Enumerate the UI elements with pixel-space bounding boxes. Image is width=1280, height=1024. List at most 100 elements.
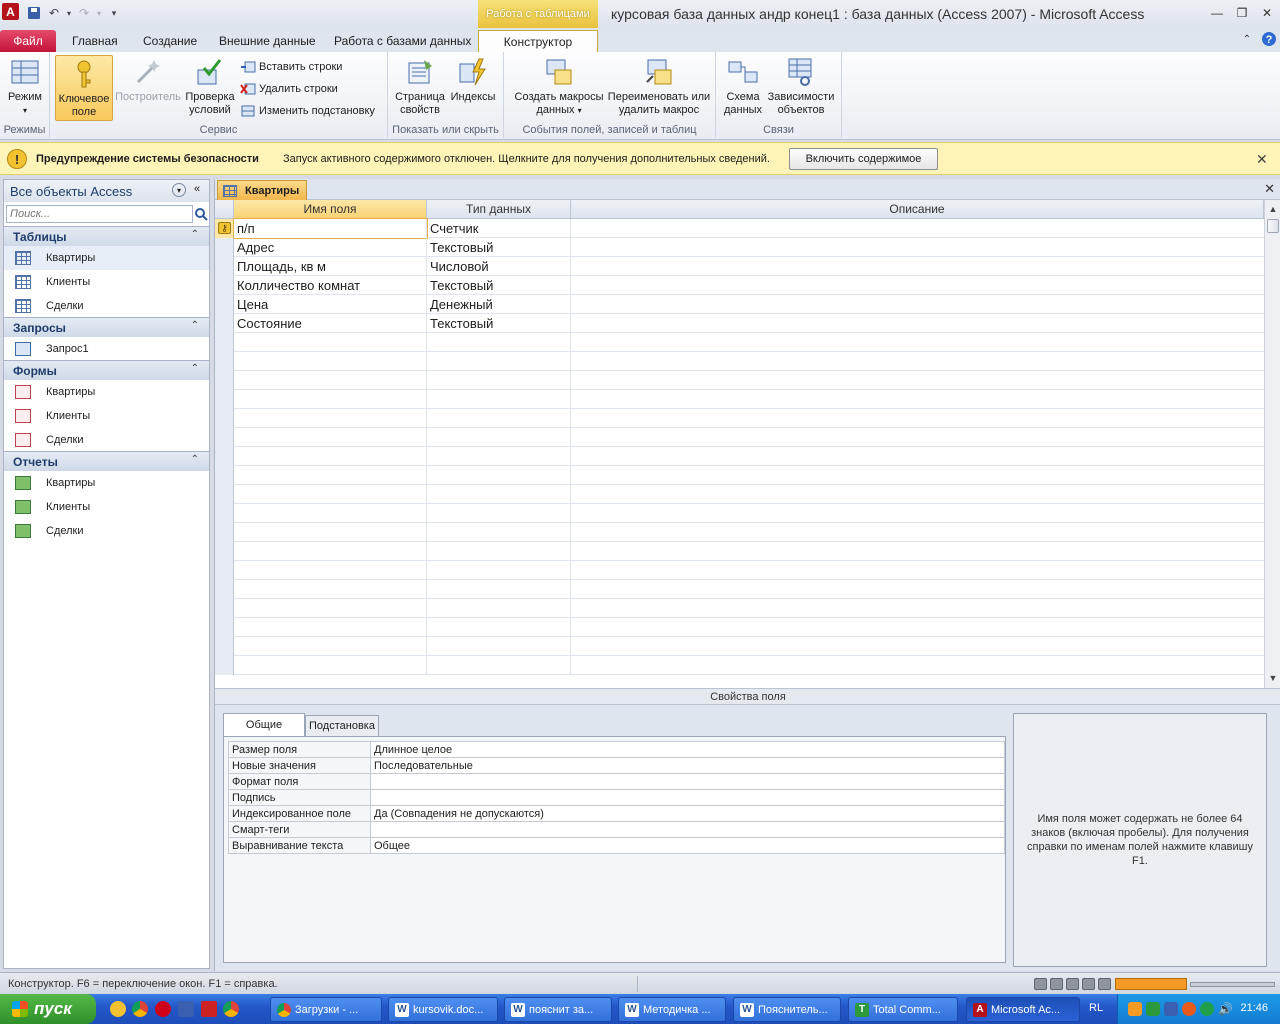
primary-key-button[interactable]: Ключевое поле — [55, 55, 113, 121]
row-selector[interactable] — [215, 656, 234, 675]
row-selector[interactable]: ⚷ — [215, 219, 234, 238]
data-type-cell[interactable] — [427, 561, 571, 580]
field-name-cell[interactable] — [234, 409, 427, 428]
data-type-cell[interactable] — [427, 333, 571, 352]
row-selector[interactable] — [215, 580, 234, 599]
update-tray-icon[interactable] — [1182, 1002, 1196, 1016]
row-selector[interactable] — [215, 637, 234, 656]
description-cell[interactable] — [571, 542, 1264, 561]
nav-pane-header[interactable]: Все объекты Access ▾ « — [4, 180, 209, 202]
insert-rows-button[interactable]: Вставить строки — [240, 58, 342, 76]
undo-dropdown-icon[interactable]: ▾ — [64, 4, 74, 22]
collapse-section-icon[interactable]: ⌃ — [191, 229, 199, 240]
empty-row[interactable] — [215, 504, 1264, 523]
description-cell[interactable] — [571, 466, 1264, 485]
taskbar-item-kursovik[interactable]: W kursovik.doc... — [388, 997, 498, 1022]
field-name-cell[interactable] — [234, 618, 427, 637]
empty-row[interactable] — [215, 542, 1264, 561]
row-selector[interactable] — [215, 276, 234, 295]
data-type-cell[interactable]: Счетчик — [427, 219, 571, 238]
opera-icon[interactable] — [155, 1001, 171, 1017]
property-value[interactable]: Последовательные — [370, 757, 1005, 774]
row-selector[interactable] — [215, 295, 234, 314]
row-selector[interactable] — [215, 409, 234, 428]
antivirus-tray-icon[interactable] — [1200, 1002, 1214, 1016]
rename-delete-macro-button[interactable]: Переименовать или удалить макрос — [606, 56, 712, 117]
description-cell[interactable] — [571, 580, 1264, 599]
tab-external-data[interactable]: Внешние данные — [211, 30, 324, 52]
description-cell[interactable] — [571, 219, 1264, 238]
empty-row[interactable] — [215, 485, 1264, 504]
data-type-cell[interactable] — [427, 447, 571, 466]
field-name-cell[interactable] — [234, 523, 427, 542]
nav-table-kvartiry[interactable]: Квартиры — [4, 246, 209, 270]
description-cell[interactable] — [571, 504, 1264, 523]
network-tray-icon[interactable] — [1146, 1002, 1160, 1016]
volume-slider[interactable] — [1190, 982, 1275, 987]
data-type-cell[interactable] — [427, 618, 571, 637]
field-name-cell[interactable] — [234, 390, 427, 409]
description-cell[interactable] — [571, 599, 1264, 618]
table-row[interactable]: Цена Денежный — [215, 295, 1264, 314]
property-row[interactable]: Подпись — [228, 789, 1005, 806]
row-selector[interactable] — [215, 542, 234, 561]
row-selector[interactable] — [215, 352, 234, 371]
data-type-cell[interactable]: Денежный — [427, 295, 571, 314]
data-type-cell[interactable] — [427, 504, 571, 523]
empty-row[interactable] — [215, 447, 1264, 466]
builder-button[interactable]: Построитель — [114, 56, 182, 104]
enable-content-button[interactable]: Включить содержимое — [789, 148, 938, 170]
description-cell[interactable] — [571, 561, 1264, 580]
description-cell[interactable] — [571, 333, 1264, 352]
row-selector[interactable] — [215, 238, 234, 257]
property-row[interactable]: Выравнивание текста Общее — [228, 837, 1005, 854]
row-selector[interactable] — [215, 466, 234, 485]
description-cell[interactable] — [571, 447, 1264, 466]
redo-icon[interactable]: ↷ — [74, 4, 94, 22]
empty-row[interactable] — [215, 371, 1264, 390]
scroll-down-icon[interactable]: ▼ — [1266, 671, 1280, 685]
description-cell[interactable] — [571, 352, 1264, 371]
scroll-thumb[interactable] — [1267, 219, 1279, 233]
field-name-cell[interactable]: Адрес — [234, 238, 427, 257]
data-type-cell[interactable] — [427, 580, 571, 599]
restore-icon[interactable]: ❐ — [1231, 4, 1253, 22]
language-indicator[interactable]: RL — [1089, 1002, 1103, 1014]
data-type-cell[interactable]: Числовой — [427, 257, 571, 276]
field-name-cell[interactable] — [234, 580, 427, 599]
nav-section-queries[interactable]: Запросы ⌃ — [4, 317, 209, 337]
field-name-cell[interactable] — [234, 333, 427, 352]
data-type-cell[interactable]: Текстовый — [427, 314, 571, 333]
collapse-section-icon[interactable]: ⌃ — [191, 363, 199, 374]
redo-dropdown-icon[interactable]: ▾ — [94, 4, 104, 22]
data-type-cell[interactable] — [427, 466, 571, 485]
description-cell[interactable] — [571, 238, 1264, 257]
data-type-cell[interactable] — [427, 485, 571, 504]
tab-file[interactable]: Файл — [0, 30, 56, 52]
search-icon[interactable] — [194, 207, 208, 224]
minimize-icon[interactable]: — — [1206, 4, 1228, 22]
row-selector[interactable] — [215, 523, 234, 542]
empty-row[interactable] — [215, 618, 1264, 637]
tab-design[interactable]: Конструктор — [478, 30, 598, 52]
data-type-cell[interactable]: Текстовый — [427, 276, 571, 295]
chrome-icon[interactable] — [132, 1001, 148, 1017]
document-tab-kvartiry[interactable]: Квартиры — [217, 180, 307, 200]
empty-row[interactable] — [215, 561, 1264, 580]
property-value[interactable] — [370, 773, 1005, 790]
taskbar-item-poyasnitelnaya[interactable]: W Пояснитель... — [733, 997, 841, 1022]
description-cell[interactable] — [571, 371, 1264, 390]
property-row[interactable]: Индексированное поле Да (Совпадения не до… — [228, 805, 1005, 822]
table-row[interactable]: Адрес Текстовый — [215, 238, 1264, 257]
nav-section-reports[interactable]: Отчеты ⌃ — [4, 451, 209, 471]
field-name-cell[interactable] — [234, 485, 427, 504]
description-cell[interactable] — [571, 276, 1264, 295]
nav-form-sdelki[interactable]: Сделки — [4, 428, 209, 452]
scroll-up-icon[interactable]: ▲ — [1266, 202, 1280, 216]
row-selector[interactable] — [215, 485, 234, 504]
data-type-cell[interactable] — [427, 409, 571, 428]
nav-form-kvartiry[interactable]: Квартиры — [4, 380, 209, 404]
row-selector[interactable] — [215, 371, 234, 390]
collapse-section-icon[interactable]: ⌃ — [191, 320, 199, 331]
description-cell[interactable] — [571, 618, 1264, 637]
